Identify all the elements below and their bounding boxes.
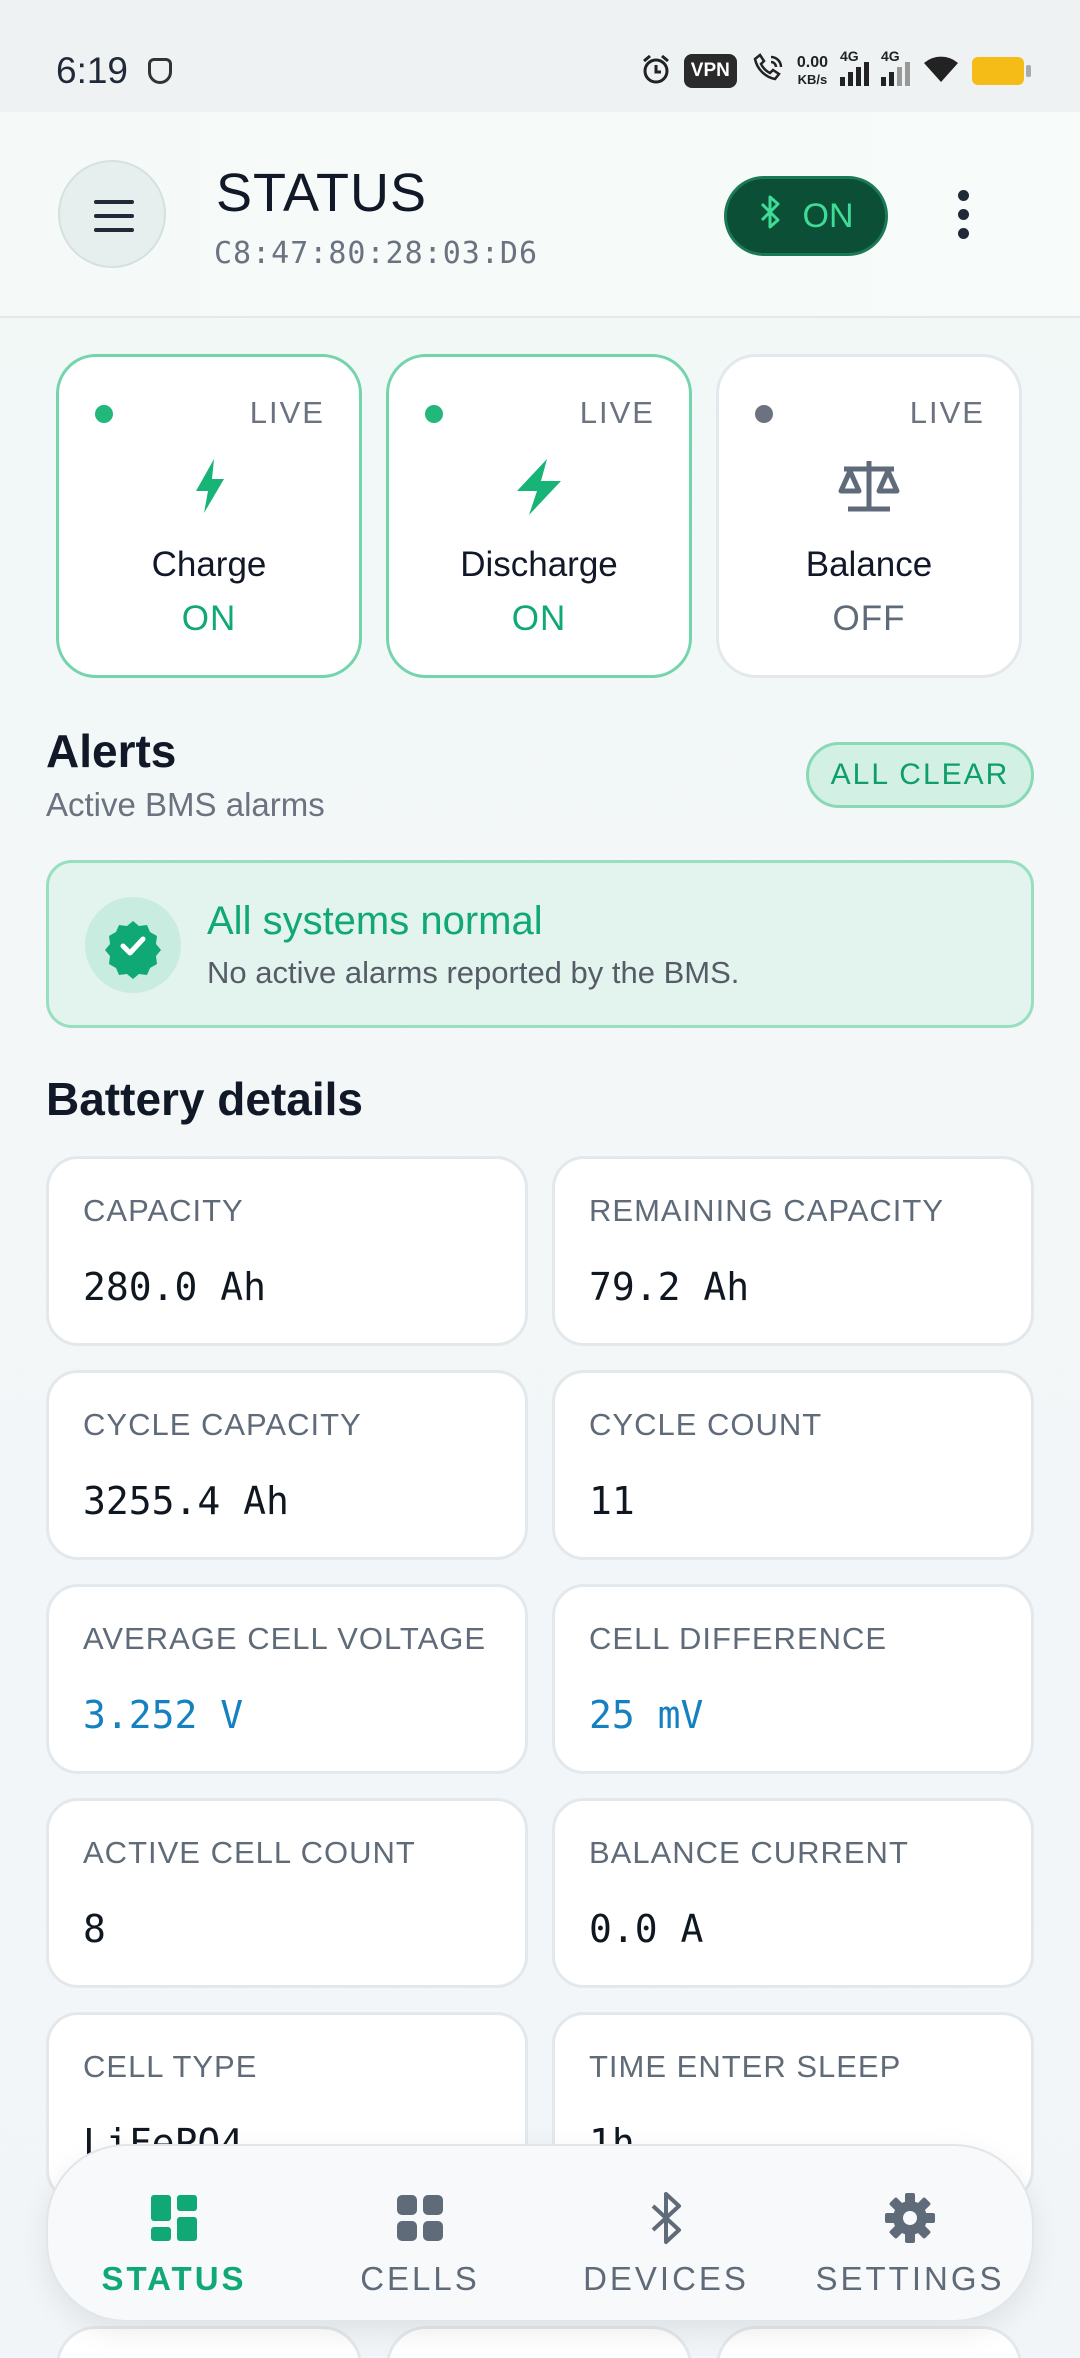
signal-sim2-icon: 4G xyxy=(881,48,910,86)
tile-value: 79.2 Ah xyxy=(589,1265,750,1309)
live-dot-icon xyxy=(95,405,113,423)
sim2-network-type: 4G xyxy=(881,48,900,64)
bottom-navigation: STATUS CELLS DEVICES SETTINGS xyxy=(46,2144,1034,2322)
lightning-icon xyxy=(59,457,359,520)
tile-label: CELL TYPE xyxy=(83,2049,258,2084)
detail-tile-capacity: CAPACITY 280.0 Ah xyxy=(46,1156,528,1346)
live-label: LIVE xyxy=(579,395,655,430)
alerts-title: Alerts xyxy=(46,725,177,777)
battery-details-title: Battery details xyxy=(46,1073,364,1125)
page-title: STATUS xyxy=(216,163,428,223)
bluetooth-state-label: ON xyxy=(802,196,854,235)
nav-label: SETTINGS xyxy=(815,2260,1005,2297)
tile-value: 3255.4 Ah xyxy=(83,1479,289,1523)
alerts-subtitle: Active BMS alarms xyxy=(46,786,325,823)
status-bar: 6:19 VPN 0.00 KB/s 4G 4G xyxy=(0,0,1080,112)
state-value: ON xyxy=(181,599,237,638)
detail-tile-cell-difference: CELL DIFFERENCE 25 mV xyxy=(552,1584,1034,1774)
more-options-button[interactable] xyxy=(958,190,970,240)
next-section-card xyxy=(386,2326,692,2358)
balance-card[interactable]: LIVE Balance OFF xyxy=(716,354,1022,678)
cells-grid-icon xyxy=(310,2188,530,2248)
tile-label: CYCLE CAPACITY xyxy=(83,1407,362,1442)
tile-label: CAPACITY xyxy=(83,1193,244,1228)
battery-icon xyxy=(972,57,1031,85)
bluetooth-toggle[interactable]: ON xyxy=(724,176,888,256)
network-speed: 0.00 KB/s xyxy=(797,54,828,88)
nav-label: DEVICES xyxy=(583,2260,749,2297)
detail-tile-balance-current: BALANCE CURRENT 0.0 A xyxy=(552,1798,1034,1988)
tile-label: TIME ENTER SLEEP xyxy=(589,2049,902,2084)
menu-button[interactable] xyxy=(58,160,166,268)
tile-value: 11 xyxy=(589,1479,635,1523)
next-section-card xyxy=(56,2326,362,2358)
live-label: LIVE xyxy=(909,395,985,430)
tile-label: AVERAGE CELL VOLTAGE xyxy=(83,1621,487,1656)
detail-tile-cycle-capacity: CYCLE CAPACITY 3255.4 Ah xyxy=(46,1370,528,1560)
tile-label: REMAINING CAPACITY xyxy=(589,1193,945,1228)
nav-devices[interactable]: DEVICES xyxy=(556,2188,776,2298)
sim1-network-type: 4G xyxy=(840,48,859,64)
tile-value: 0.0 A xyxy=(589,1907,704,1951)
clock: 6:19 xyxy=(56,50,129,91)
tile-label: BALANCE CURRENT xyxy=(589,1835,909,1870)
tile-value: 25 mV xyxy=(589,1693,704,1737)
network-speed-value: 0.00 xyxy=(796,54,828,71)
alert-status-card: All systems normal No active alarms repo… xyxy=(46,860,1034,1028)
nav-cells[interactable]: CELLS xyxy=(310,2188,530,2298)
tile-value: 280.0 Ah xyxy=(83,1265,267,1309)
verified-check-icon xyxy=(85,897,181,993)
scale-balance-icon xyxy=(719,457,1019,520)
detail-tile-cycle-count: CYCLE COUNT 11 xyxy=(552,1370,1034,1560)
lightning-bolt-icon xyxy=(389,457,689,522)
alarm-clock-icon xyxy=(640,53,672,90)
state-value: ON xyxy=(511,599,567,638)
nav-settings[interactable]: SETTINGS xyxy=(800,2188,1020,2298)
live-label: LIVE xyxy=(249,395,325,430)
state-label: Charge xyxy=(151,545,267,584)
alert-card-message: No active alarms reported by the BMS. xyxy=(207,955,740,990)
next-section-card xyxy=(716,2326,1022,2358)
wifi-icon xyxy=(922,54,960,89)
nav-status[interactable]: STATUS xyxy=(64,2188,284,2298)
alert-card-title: All systems normal xyxy=(207,899,543,943)
bluetooth-icon xyxy=(556,2188,776,2248)
detail-tile-remaining-capacity: REMAINING CAPACITY 79.2 Ah xyxy=(552,1156,1034,1346)
tile-label: ACTIVE CELL COUNT xyxy=(83,1835,416,1870)
nav-label: STATUS xyxy=(101,2260,247,2297)
discharge-card[interactable]: LIVE Discharge ON xyxy=(386,354,692,678)
vpn-badge: VPN xyxy=(683,54,737,88)
bluetooth-icon xyxy=(759,195,781,238)
live-dot-icon xyxy=(425,405,443,423)
gear-icon xyxy=(800,2188,1020,2248)
detail-tile-active-cell-count: ACTIVE CELL COUNT 8 xyxy=(46,1798,528,1988)
signal-sim1-icon: 4G xyxy=(840,48,869,86)
state-label: Discharge xyxy=(460,545,618,584)
charge-card[interactable]: LIVE Charge ON xyxy=(56,354,362,678)
shield-notification-icon xyxy=(148,58,172,84)
state-value: OFF xyxy=(832,599,906,638)
app-header: STATUS C8:47:80:28:03:D6 ON xyxy=(0,112,1080,318)
device-mac-address: C8:47:80:28:03:D6 xyxy=(214,236,539,271)
detail-tile-average-cell-voltage: AVERAGE CELL VOLTAGE 3.252 V xyxy=(46,1584,528,1774)
tile-value: 3.252 V xyxy=(83,1693,244,1737)
live-dot-icon xyxy=(755,405,773,423)
tile-label: CELL DIFFERENCE xyxy=(589,1621,888,1656)
network-speed-unit: KB/s xyxy=(797,72,828,87)
dashboard-icon xyxy=(64,2188,284,2248)
tile-label: CYCLE COUNT xyxy=(589,1407,823,1442)
status-badge: ALL CLEAR xyxy=(806,742,1034,808)
status-icons: VPN 0.00 KB/s 4G 4G xyxy=(640,46,1031,96)
wifi-call-icon xyxy=(749,52,785,90)
state-label: Balance xyxy=(805,545,933,584)
tile-value: 8 xyxy=(83,1907,106,1951)
nav-label: CELLS xyxy=(360,2260,480,2297)
